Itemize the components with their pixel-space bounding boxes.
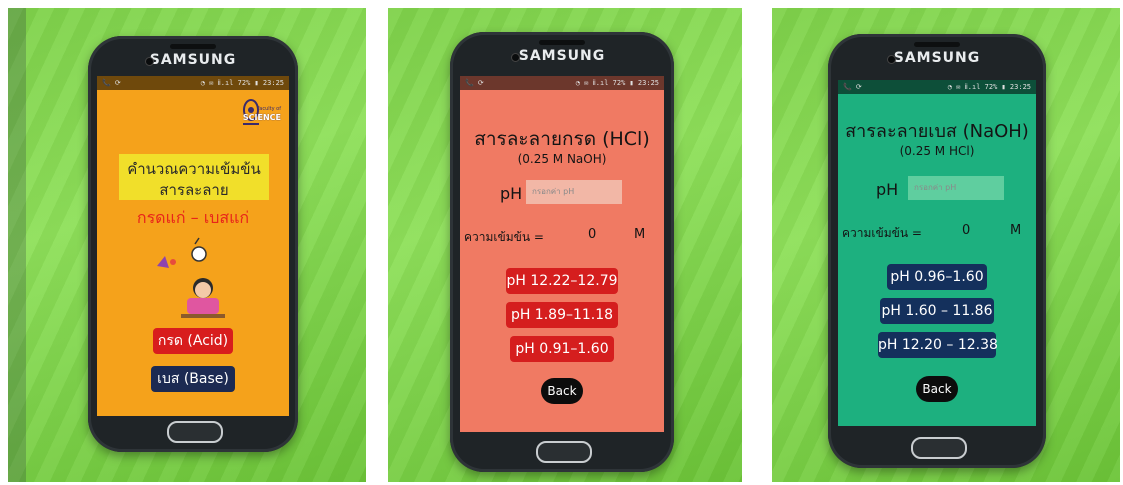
base-titrant-subtitle: (0.25 M HCl) [899,144,975,158]
phone-3-speaker [914,42,960,47]
base-conc-unit: M [1010,223,1022,238]
science-logo-text: SCIENCE [242,113,281,122]
base-back-button[interactable]: Back [916,376,958,402]
acid-range-button-2[interactable]: pH 1.89–11.18 [506,302,618,328]
acid-conc-value: 0 [588,227,597,242]
phone-3-screen: 📞 ⟳ ◔ ✉ ⅱ.ıl 72% ▮ 23:25 สารละลายเบส (Na… [838,80,1036,426]
base-conc-label: ความเข้มข้น = [842,226,922,240]
title-line-2: สารละลาย [159,181,229,199]
phone-1-status-left: 📞 ⟳ [102,79,121,87]
base-range-button-1[interactable]: pH 0.96–1.60 [887,264,987,290]
phone-2: SAMSUNG 📞 ⟳ ◔ ✉ ⅱ.ıl 72% ▮ 23:25 สารละลา… [450,32,674,472]
phone-1-screen: 📞 ⟳ ◔ ✉ ⅱ.ıl 72% ▮ 23:25 Faculty of SCIE… [97,76,289,416]
phone-3-status-bar: 📞 ⟳ ◔ ✉ ⅱ.ıl 72% ▮ 23:25 [838,80,1036,94]
phone-3-home-button[interactable] [911,437,967,459]
phone-2-screen: 📞 ⟳ ◔ ✉ ⅱ.ıl 72% ▮ 23:25 สารละลายกรด (HC… [460,76,664,432]
phone-2-brand: SAMSUNG [518,48,606,64]
acid-ph-label: pH [500,184,523,203]
phone-1-brand: SAMSUNG [149,52,237,68]
phone-1-camera [146,58,153,65]
science-logo: Faculty of SCIENCE [239,98,281,136]
phone-1-status-right: ◔ ✉ ⅱ.ıl 72% ▮ 23:25 [200,79,284,87]
phone-1: SAMSUNG 📞 ⟳ ◔ ✉ ⅱ.ıl 72% ▮ 23:25 Faculty… [88,36,298,452]
subtitle-acid-base: กรดแก่ – เบสแก่ [136,208,250,227]
phone-2-speaker [539,40,585,45]
acid-button[interactable]: กรด (Acid) [153,328,233,354]
acid-back-button[interactable]: Back [541,378,583,404]
phone-2-camera [512,54,519,61]
student-illustration [157,237,225,318]
phone-3: SAMSUNG 📞 ⟳ ◔ ✉ ⅱ.ıl 72% ▮ 23:25 สารละลา… [828,34,1046,468]
base-range-button-3[interactable]: pH 12.20 – 12.38 [878,332,998,358]
phone-3-brand: SAMSUNG [893,50,981,66]
phone-1-speaker [170,44,216,49]
base-button[interactable]: เบส (Base) [151,366,235,392]
phone-3-status-right: ◔ ✉ ⅱ.ıl 72% ▮ 23:25 [947,83,1031,91]
photo-3: SAMSUNG 📞 ⟳ ◔ ✉ ⅱ.ıl 72% ▮ 23:25 สารละลา… [772,8,1120,482]
phone-1-status-bar: 📞 ⟳ ◔ ✉ ⅱ.ıl 72% ▮ 23:25 [97,76,289,90]
base-range-button-2[interactable]: pH 1.60 – 11.86 [880,298,994,324]
acid-conc-label: ความเข้มข้น = [464,230,544,244]
phone-2-status-bar: 📞 ⟳ ◔ ✉ ⅱ.ıl 72% ▮ 23:25 [460,76,664,90]
acid-ph-input[interactable]: กรอกค่า pH [526,180,622,204]
science-logo-faculty: Faculty of [256,106,281,112]
photo-2: SAMSUNG 📞 ⟳ ◔ ✉ ⅱ.ıl 72% ▮ 23:25 สารละลา… [388,8,742,482]
phone-2-home-button[interactable] [536,441,592,463]
phone-2-status-left: 📞 ⟳ [465,79,484,87]
base-conc-value: 0 [962,223,971,238]
photo-1: SAMSUNG 📞 ⟳ ◔ ✉ ⅱ.ıl 72% ▮ 23:25 Faculty… [8,8,366,482]
acid-titrant-subtitle: (0.25 M NaOH) [517,152,607,166]
base-ph-input[interactable]: กรอกค่า pH [908,176,1004,200]
photo-1-dark-edge [8,8,26,482]
phone-2-status-right: ◔ ✉ ⅱ.ıl 72% ▮ 23:25 [575,79,659,87]
phone-3-camera [888,56,895,63]
acid-conc-unit: M [634,227,646,242]
base-title: สารละลายเบส (NaOH) [845,121,1029,142]
acid-range-button-1[interactable]: pH 12.22–12.79 [506,268,618,294]
phone-1-home-button[interactable] [167,421,223,443]
title-banner: คำนวณความเข้มข้น สารละลาย [119,154,269,200]
phone-3-status-left: 📞 ⟳ [843,83,862,91]
acid-title: สารละลายกรด (HCl) [474,128,650,150]
acid-range-button-3[interactable]: pH 0.91–1.60 [510,336,614,362]
base-ph-label: pH [876,180,899,199]
